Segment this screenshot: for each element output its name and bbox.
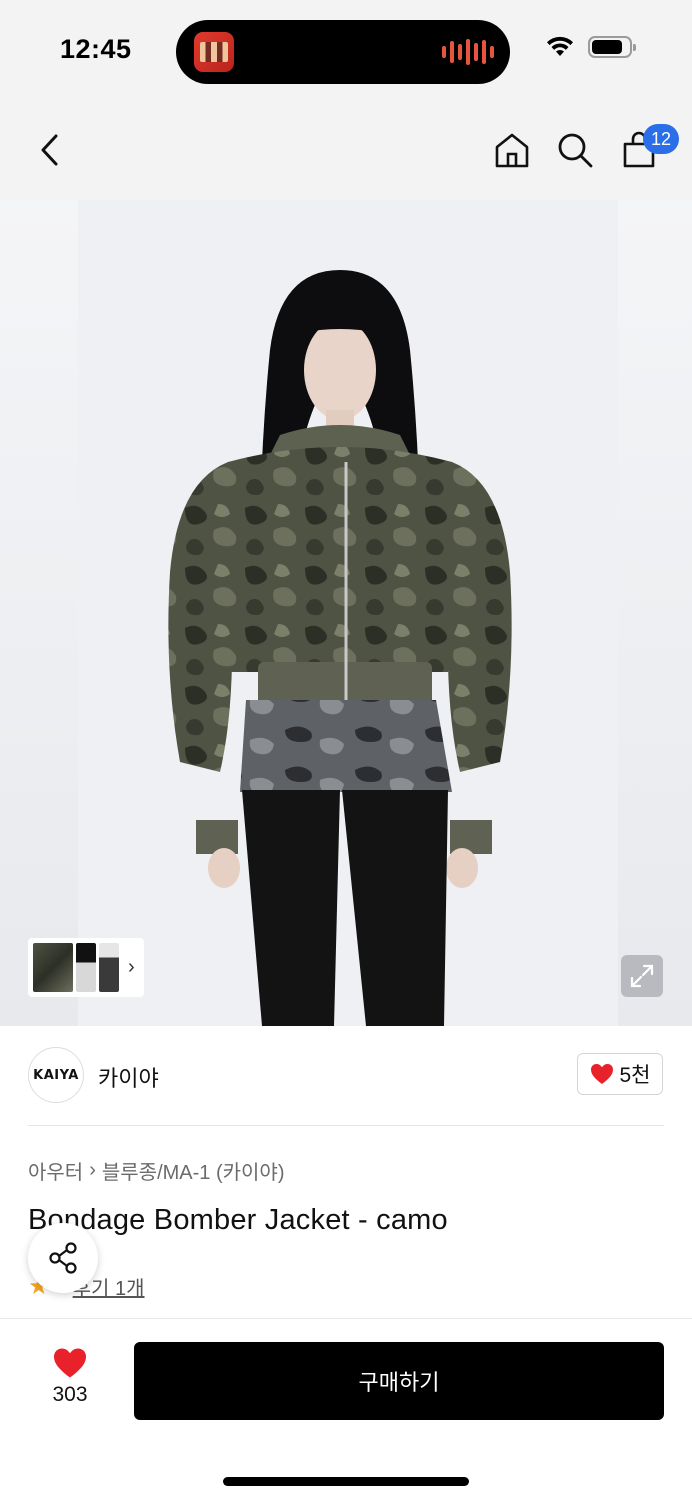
breadcrumb-chevron-icon: › — [89, 1159, 96, 1181]
top-nav: 12 — [0, 100, 692, 200]
home-button[interactable] — [490, 126, 534, 174]
breadcrumb: 아우터 › 블루종/MA-1 (카이야) — [28, 1156, 285, 1185]
thumbnail-chevron-icon[interactable]: › — [128, 956, 135, 979]
cart-count-badge: 12 — [643, 124, 679, 154]
divider — [28, 1125, 664, 1126]
thumbnail-2[interactable] — [76, 943, 96, 992]
bottom-action-bar: 303 구매하기 — [0, 1318, 692, 1500]
thumbnail-1[interactable] — [33, 943, 73, 992]
search-icon — [558, 133, 593, 168]
brand-row[interactable]: KAIYA 카이야 5천 — [0, 1026, 692, 1126]
audio-waveform-icon — [442, 38, 494, 66]
wishlist-count: 303 — [52, 1383, 88, 1406]
brand-like-button[interactable]: 5천 — [577, 1053, 663, 1095]
share-button[interactable] — [28, 1223, 98, 1293]
share-icon — [49, 1242, 77, 1274]
search-button[interactable] — [553, 126, 597, 174]
expand-image-button[interactable] — [621, 955, 663, 997]
back-button[interactable] — [28, 126, 72, 174]
product-image-carousel[interactable]: › — [0, 200, 692, 1026]
product-photo — [78, 200, 618, 1026]
heart-icon — [54, 1348, 86, 1378]
status-bar: 12:45 — [0, 0, 692, 100]
battery-icon — [588, 36, 636, 58]
product-title: Bondage Bomber Jacket - camo — [28, 1204, 448, 1236]
buy-button[interactable]: 구매하기 — [134, 1342, 664, 1420]
thumbnail-3[interactable] — [99, 943, 119, 992]
brand-logo[interactable]: KAIYA — [28, 1047, 84, 1103]
dynamic-island[interactable] — [176, 20, 510, 84]
home-indicator[interactable] — [223, 1477, 469, 1486]
breadcrumb-subcategory[interactable]: 블루종/MA-1 (카이야) — [102, 1156, 285, 1185]
breadcrumb-category[interactable]: 아우터 — [28, 1156, 83, 1185]
now-playing-artwork — [194, 32, 234, 72]
wishlist-button[interactable]: 303 — [30, 1347, 110, 1417]
heart-icon — [590, 1064, 613, 1084]
wifi-icon — [547, 36, 573, 56]
expand-icon — [630, 964, 654, 988]
cart-button[interactable]: 12 — [617, 124, 679, 174]
status-time: 12:45 — [60, 34, 132, 64]
home-icon — [495, 133, 529, 168]
status-icons — [546, 36, 636, 58]
thumbnail-strip[interactable]: › — [28, 938, 144, 997]
back-icon — [41, 134, 58, 166]
brand-like-count: 5천 — [619, 1064, 651, 1087]
brand-name[interactable]: 카이야 — [98, 1061, 159, 1093]
